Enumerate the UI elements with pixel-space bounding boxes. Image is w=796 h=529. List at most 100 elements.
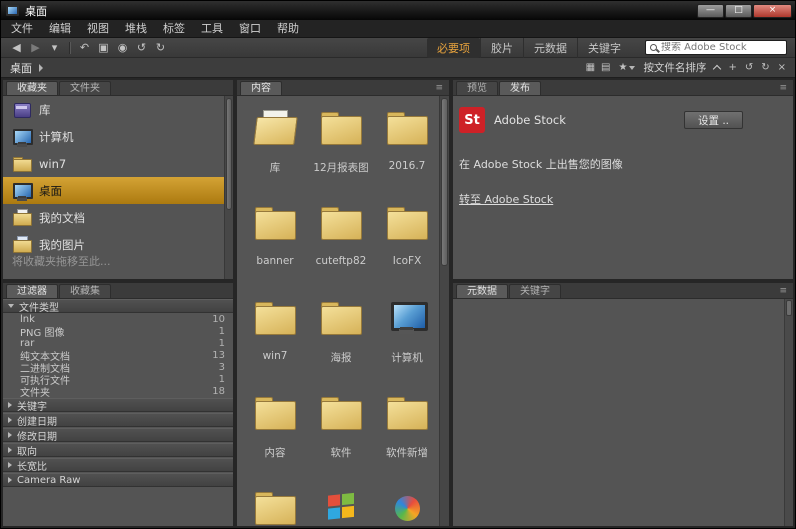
menu-item[interactable]: 编辑 <box>41 20 79 37</box>
delete-item-icon[interactable]: × <box>778 60 786 76</box>
menu-item[interactable]: 帮助 <box>269 20 307 37</box>
filter-group-header[interactable]: 文件类型 <box>3 299 233 313</box>
scrollbar-thumb[interactable] <box>441 98 448 266</box>
folder-icon <box>385 207 429 241</box>
favorites-item[interactable]: 库 <box>3 96 224 123</box>
menu-item[interactable]: 堆栈 <box>117 20 155 37</box>
right-panel: 预览发布 ≡ St Adobe Stock 设置 .. 在 Adobe Stoc… <box>453 80 793 526</box>
left-panel: 收藏夹文件夹 库 计算机 <box>3 80 233 526</box>
menu-item[interactable]: 视图 <box>79 20 117 37</box>
scrollbar-thumb[interactable] <box>226 98 232 210</box>
menu-item[interactable]: 工具 <box>193 20 231 37</box>
content-item[interactable] <box>375 480 439 526</box>
thumbnail-view-icon[interactable]: ▦ <box>586 60 595 76</box>
content-item[interactable]: 内容 <box>243 385 307 480</box>
content-item[interactable]: 软件 <box>309 385 373 480</box>
content-item[interactable]: 软件新增 <box>375 385 439 480</box>
filter-group-header[interactable]: 修改日期 <box>3 428 233 442</box>
filter-group-header[interactable]: 取向 <box>3 443 233 457</box>
chevron-right-icon <box>8 447 12 453</box>
workspace-tab[interactable]: 胶片 <box>480 38 523 58</box>
filter-group-header[interactable]: 长宽比 <box>3 458 233 472</box>
metadata-scrollbar[interactable] <box>784 299 793 526</box>
content-scrollbar[interactable] <box>439 96 449 526</box>
content-item[interactable]: cuteftp82 <box>309 195 373 290</box>
content-item[interactable]: 计算机 <box>375 290 439 385</box>
minimize-button[interactable]: — <box>697 4 724 18</box>
parent-folder-dropdown-icon[interactable]: ▾ <box>45 39 64 57</box>
favorites-item[interactable]: 桌面 <box>3 177 224 204</box>
right-panel-tab[interactable]: 发布 <box>499 81 541 95</box>
content-item[interactable]: 海报 <box>309 290 373 385</box>
content-item[interactable]: banner <box>243 195 307 290</box>
menu-item[interactable]: 文件 <box>3 20 41 37</box>
get-photos-from-camera-icon[interactable]: ▣ <box>94 39 113 57</box>
star-icon: ★ <box>618 62 627 73</box>
filter-group-header[interactable]: Camera Raw <box>3 473 233 487</box>
breadcrumb-chevron-icon <box>39 64 43 72</box>
workspace-tab[interactable]: 关键字 <box>577 38 631 58</box>
folder-icon <box>385 397 429 431</box>
menu-item[interactable]: 窗口 <box>231 20 269 37</box>
favorites-item[interactable]: 计算机 <box>3 123 224 150</box>
stock-link[interactable]: 转至 Adobe Stock <box>459 191 553 207</box>
metadata-panel-tab[interactable]: 关键字 <box>509 284 561 298</box>
sort-ascending-icon[interactable] <box>713 65 721 73</box>
favorites-item[interactable]: 我的文档 <box>3 204 224 231</box>
filter-group-header[interactable]: 关键字 <box>3 398 233 412</box>
folder-icon <box>12 155 32 173</box>
back-icon[interactable]: ◀ <box>7 39 26 57</box>
filter-by-rating-button[interactable]: ★ <box>618 62 635 73</box>
close-button[interactable]: × <box>753 4 792 18</box>
menu-item[interactable]: 标签 <box>155 20 193 37</box>
forward-icon[interactable]: ▶ <box>26 39 45 57</box>
filter-panel-tab[interactable]: 过滤器 <box>6 284 58 298</box>
filter-panel-tab[interactable]: 收藏集 <box>59 284 111 298</box>
return-to-app-icon[interactable]: ↶ <box>75 39 94 57</box>
computer-icon <box>385 302 429 336</box>
filter-group-header[interactable]: 创建日期 <box>3 413 233 427</box>
rotate-left-icon[interactable]: ↺ <box>132 39 151 57</box>
favorites-item[interactable]: win7 <box>3 150 224 177</box>
favorites-scrollbar[interactable] <box>224 96 233 279</box>
content-item[interactable]: IcoFX <box>375 195 439 290</box>
filter-item[interactable]: PNG 图像 1 <box>3 325 233 337</box>
scrollbar-thumb[interactable] <box>786 300 792 316</box>
content-item-label: 海报 <box>331 350 352 365</box>
panel-menu-icon[interactable]: ≡ <box>435 83 446 95</box>
content-item[interactable] <box>243 480 307 526</box>
folder-icon <box>253 397 297 431</box>
content-item-label: 2016.7 <box>389 160 426 172</box>
right-panel-tab[interactable]: 预览 <box>456 81 498 95</box>
rotate-right-icon[interactable]: ↻ <box>151 39 170 57</box>
folder-icon <box>253 492 297 526</box>
panel-menu-icon[interactable]: ≡ <box>779 286 790 298</box>
stock-search-box <box>645 40 787 55</box>
content-item[interactable]: win7 <box>243 290 307 385</box>
panel-menu-icon[interactable]: ≡ <box>779 83 790 95</box>
content-panel-tab[interactable]: 内容 <box>240 81 282 95</box>
stock-settings-button[interactable]: 设置 .. <box>684 111 743 129</box>
metadata-panel-tab[interactable]: 元数据 <box>456 284 508 298</box>
content-item[interactable] <box>309 480 373 526</box>
content-item[interactable]: 库 <box>243 100 307 195</box>
workspace-tab[interactable]: 必要项 <box>427 38 480 58</box>
workspace-tab[interactable]: 元数据 <box>523 38 577 58</box>
maximize-button[interactable]: □ <box>725 4 752 18</box>
rotate-left-icon[interactable]: ↺ <box>745 60 753 76</box>
content-item[interactable]: 12月报表图 <box>309 100 373 195</box>
search-input[interactable] <box>661 42 782 53</box>
sort-label[interactable]: 按文件名排序 <box>643 60 706 75</box>
breadcrumb[interactable]: 桌面 <box>10 60 32 76</box>
content-panel: 内容 ≡ 库 12月报表图 <box>237 80 449 526</box>
refine-icon[interactable]: ◉ <box>113 39 132 57</box>
content-item[interactable]: 2016.7 <box>375 100 439 195</box>
detail-view-icon[interactable]: ▤ <box>601 60 610 76</box>
computer-icon <box>12 128 32 146</box>
rotate-right-icon[interactable]: ↻ <box>761 60 769 76</box>
favorites-panel-tab[interactable]: 收藏夹 <box>6 81 58 95</box>
favorites-panel-tab[interactable]: 文件夹 <box>59 81 111 95</box>
content-item-label: win7 <box>263 350 288 362</box>
new-folder-icon[interactable]: + <box>728 60 736 76</box>
filter-item[interactable]: 文件夹 18 <box>3 385 233 397</box>
